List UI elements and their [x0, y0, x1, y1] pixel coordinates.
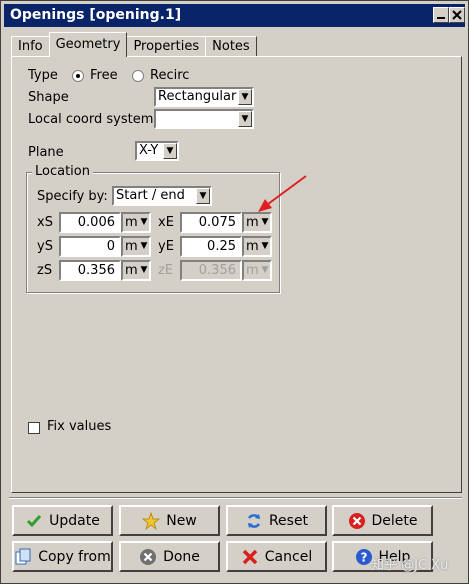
- copy-from-button[interactable]: Copy from: [12, 541, 113, 572]
- ye-unit: m: [246, 239, 259, 254]
- ze-label: zE: [158, 263, 174, 278]
- xe-input[interactable]: 0.075: [180, 212, 242, 233]
- tab-notes[interactable]: Notes: [205, 36, 257, 57]
- specify-by-label: Specify by:: [37, 189, 108, 204]
- tab-geometry[interactable]: Geometry: [48, 32, 128, 57]
- openings-window: Openings [opening.1] Info Geometry Prope…: [0, 0, 469, 584]
- title-bar: Openings [opening.1]: [4, 4, 465, 27]
- specify-by-value: Start / end: [116, 188, 185, 203]
- ye-input[interactable]: 0.25: [180, 236, 242, 257]
- chevron-down-icon: ▼: [196, 188, 210, 204]
- ys-unit-select[interactable]: m ▼: [121, 236, 151, 257]
- delete-button[interactable]: Delete: [332, 505, 433, 536]
- tab-info[interactable]: Info: [11, 36, 50, 57]
- help-icon: ?: [355, 548, 372, 565]
- reset-button[interactable]: Reset: [226, 505, 327, 536]
- shape-select[interactable]: Rectangular ▼: [154, 87, 254, 107]
- chevron-down-icon: ▼: [163, 143, 177, 159]
- copy-from-label: Copy from: [38, 548, 111, 565]
- done-button[interactable]: Done: [119, 541, 220, 572]
- zs-input[interactable]: 0.356: [59, 260, 121, 281]
- type-recirc-radio[interactable]: [132, 70, 144, 82]
- update-label: Update: [49, 512, 100, 529]
- cancel-label: Cancel: [264, 548, 313, 565]
- ys-input[interactable]: 0: [59, 236, 121, 257]
- window-title: Openings [opening.1]: [10, 7, 182, 23]
- close-icon: [452, 10, 462, 20]
- xs-unit-select[interactable]: m ▼: [121, 212, 151, 233]
- minimize-button[interactable]: [433, 7, 449, 23]
- delete-icon: [348, 512, 365, 529]
- chevron-down-icon: ▼: [140, 217, 148, 227]
- type-free-label: Free: [90, 68, 118, 83]
- plane-select[interactable]: X-Y ▼: [135, 141, 179, 161]
- new-button[interactable]: New: [119, 505, 220, 536]
- new-label: New: [166, 512, 197, 529]
- shape-label: Shape: [28, 90, 69, 105]
- ze-input: 0.356: [180, 260, 242, 281]
- ys-label: yS: [37, 239, 53, 254]
- reset-label: Reset: [268, 512, 309, 529]
- update-button[interactable]: Update: [12, 505, 113, 536]
- zs-label: zS: [37, 263, 53, 278]
- checkmark-icon: [27, 514, 42, 527]
- specify-by-select[interactable]: Start / end ▼: [112, 186, 212, 206]
- ye-label: yE: [158, 239, 174, 254]
- refresh-icon: [247, 513, 260, 528]
- type-label: Type: [28, 68, 58, 83]
- delete-label: Delete: [371, 512, 418, 529]
- done-label: Done: [163, 548, 200, 565]
- ze-unit-select: m ▼: [242, 260, 272, 281]
- fix-values-checkbox[interactable]: [28, 422, 40, 434]
- chevron-down-icon: ▼: [261, 265, 269, 275]
- button-separator: [9, 497, 462, 498]
- chevron-down-icon: ▼: [140, 241, 148, 251]
- close-button[interactable]: [449, 7, 465, 23]
- star-icon: [142, 511, 161, 530]
- geometry-panel: Type Free Recirc Shape Rectangular ▼ Loc…: [11, 56, 462, 493]
- type-recirc-label: Recirc: [150, 68, 190, 83]
- type-free-radio[interactable]: [72, 70, 84, 82]
- chevron-down-icon: ▼: [238, 111, 252, 127]
- chevron-down-icon: ▼: [140, 265, 148, 275]
- local-coord-label: Local coord system: [28, 112, 154, 127]
- fix-values-label: Fix values: [47, 419, 112, 434]
- chevron-down-icon: ▼: [238, 89, 252, 105]
- ys-unit: m: [125, 239, 138, 254]
- plane-value: X-Y: [139, 143, 159, 158]
- chevron-down-icon: ▼: [261, 241, 269, 251]
- xe-label: xE: [158, 215, 174, 230]
- shape-value: Rectangular: [158, 89, 237, 104]
- copy-icon: [15, 548, 31, 564]
- ze-unit: m: [246, 263, 259, 278]
- xs-label: xS: [37, 215, 53, 230]
- xs-input[interactable]: 0.006: [59, 212, 121, 233]
- tab-properties[interactable]: Properties: [126, 36, 207, 57]
- xe-unit: m: [246, 215, 259, 230]
- plane-label: Plane: [28, 145, 64, 160]
- xs-unit: m: [125, 215, 138, 230]
- cancel-icon: [242, 549, 258, 564]
- location-title: Location: [32, 164, 93, 179]
- tab-bar: Info Geometry Properties Notes: [11, 32, 257, 57]
- ye-unit-select[interactable]: m ▼: [242, 236, 272, 257]
- annotation-arrow-icon: [258, 175, 307, 212]
- done-icon: [140, 548, 157, 565]
- local-coord-select[interactable]: ▼: [154, 109, 254, 129]
- cancel-button[interactable]: Cancel: [226, 541, 327, 572]
- svg-text:?: ?: [360, 550, 367, 564]
- watermark: 知乎 @JC.Xu: [371, 558, 449, 573]
- zs-unit-select[interactable]: m ▼: [121, 260, 151, 281]
- minimize-icon: [437, 17, 445, 19]
- zs-unit: m: [125, 263, 138, 278]
